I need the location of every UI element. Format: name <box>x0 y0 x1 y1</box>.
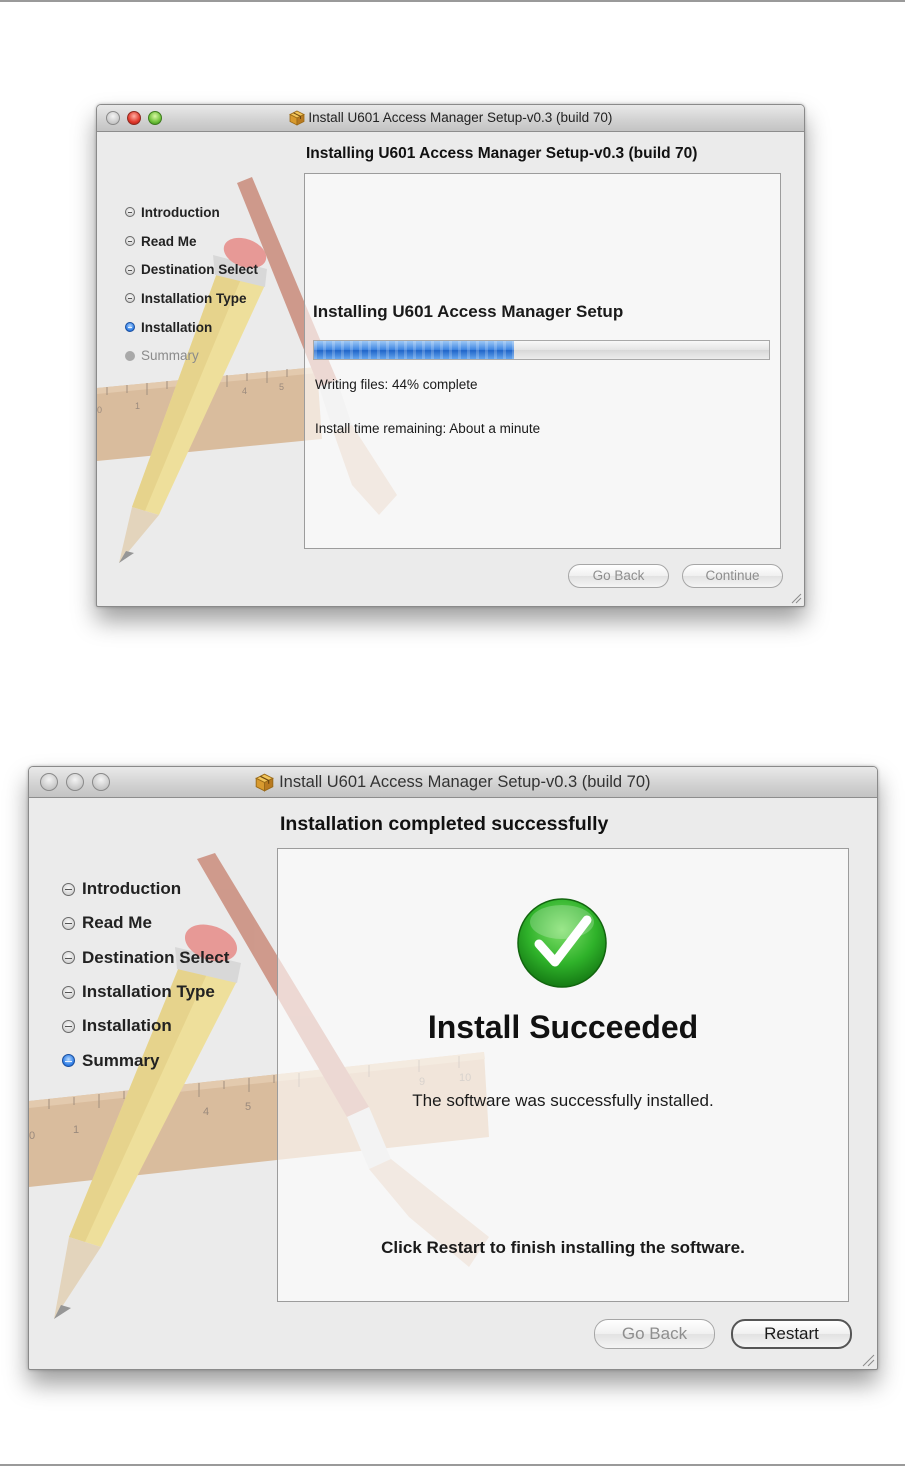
page-heading: Installing U601 Access Manager Setup-v0.… <box>306 145 698 162</box>
svg-text:0: 0 <box>29 1130 35 1142</box>
svg-text:4: 4 <box>203 1106 209 1118</box>
go-back-button[interactable]: Go Back <box>568 564 669 588</box>
progress-bar <box>313 340 770 360</box>
step-installation: Installation <box>125 313 258 342</box>
content-panel: Install Succeeded The software was succe… <box>277 848 849 1302</box>
step-introduction: Introduction <box>125 198 258 227</box>
svg-text:1: 1 <box>135 401 140 411</box>
step-summary: Summary <box>125 341 258 370</box>
step-label: Installation Type <box>82 982 215 1002</box>
step-read-me: Read Me <box>62 906 229 940</box>
resize-grip-icon[interactable] <box>861 1353 875 1367</box>
package-icon <box>288 110 305 127</box>
step-label: Installation <box>141 319 213 335</box>
footer-message: Click Restart to finish installing the s… <box>381 1238 745 1257</box>
step-label: Read Me <box>141 233 197 249</box>
step-summary: Summary <box>62 1043 229 1077</box>
svg-text:4: 4 <box>242 386 247 396</box>
title-bar[interactable]: Install U601 Access Manager Setup-v0.3 (… <box>29 767 877 798</box>
resize-grip-icon[interactable] <box>790 592 802 604</box>
step-label: Introduction <box>141 204 220 220</box>
step-label: Installation Type <box>141 290 247 306</box>
result-title: Install Succeeded <box>427 1009 699 1045</box>
restart-button[interactable]: Restart <box>731 1319 852 1349</box>
step-label: Summary <box>82 1050 160 1070</box>
step-bullet-icon <box>125 236 135 247</box>
step-bullet-icon <box>125 322 135 333</box>
title-bar[interactable]: Install U601 Access Manager Setup-v0.3 (… <box>97 105 804 132</box>
step-label: Destination Select <box>82 947 230 967</box>
installer-window-complete: Install U601 Access Manager Setup-v0.3 (… <box>28 766 878 1370</box>
step-bullet-icon <box>62 882 75 896</box>
progress-text: Writing files: 44% complete <box>315 377 478 392</box>
window-title: Install U601 Access Manager Setup-v0.3 (… <box>29 773 877 792</box>
step-bullet-icon <box>62 1054 75 1068</box>
step-label: Introduction <box>82 879 182 899</box>
step-bullet-icon <box>62 916 75 930</box>
bottom-page-rule <box>0 1464 905 1466</box>
step-installation: Installation <box>62 1009 229 1043</box>
svg-text:5: 5 <box>279 382 284 392</box>
installer-window-progress: Install U601 Access Manager Setup-v0.3 (… <box>96 104 805 607</box>
go-back-button[interactable]: Go Back <box>594 1319 715 1349</box>
step-destination-select: Destination Select <box>62 941 229 975</box>
svg-text:5: 5 <box>245 1101 251 1113</box>
continue-button[interactable]: Continue <box>682 564 783 588</box>
step-bullet-icon <box>62 951 75 965</box>
step-label: Summary <box>141 348 199 364</box>
step-bullet-icon <box>125 207 135 218</box>
time-remaining-text: Install time remaining: About a minute <box>315 421 541 436</box>
step-read-me: Read Me <box>125 227 258 256</box>
step-bullet-icon <box>125 264 135 275</box>
step-label: Read Me <box>82 913 152 933</box>
step-bullet-icon <box>62 985 75 999</box>
window-title-text: Install U601 Access Manager Setup-v0.3 (… <box>279 773 651 791</box>
status-title: Installing U601 Access Manager Setup <box>313 302 624 321</box>
step-bullet-icon <box>125 350 135 361</box>
package-icon <box>255 773 275 792</box>
step-list: Introduction Read Me Destination Select … <box>125 198 258 370</box>
step-bullet-icon <box>125 293 135 304</box>
step-bullet-icon <box>62 1019 75 1033</box>
content-panel: Installing U601 Access Manager Setup Wri… <box>304 173 781 549</box>
step-destination-select: Destination Select <box>125 255 258 284</box>
checkmark-circle-icon <box>517 898 607 988</box>
step-list: Introduction Read Me Destination Select … <box>62 872 229 1078</box>
progress-bar-fill <box>314 341 515 359</box>
step-installation-type: Installation Type <box>125 284 258 313</box>
window-title-text: Install U601 Access Manager Setup-v0.3 (… <box>308 110 613 125</box>
step-label: Destination Select <box>141 262 259 278</box>
step-introduction: Introduction <box>62 872 229 906</box>
top-page-rule <box>0 0 905 2</box>
svg-text:1: 1 <box>73 1124 79 1136</box>
result-message: The software was successfully installed. <box>412 1091 714 1110</box>
svg-text:0: 0 <box>97 405 102 415</box>
step-label: Installation <box>82 1016 172 1036</box>
page-heading: Installation completed successfully <box>280 813 609 835</box>
window-title: Install U601 Access Manager Setup-v0.3 (… <box>97 110 804 127</box>
step-installation-type: Installation Type <box>62 975 229 1009</box>
